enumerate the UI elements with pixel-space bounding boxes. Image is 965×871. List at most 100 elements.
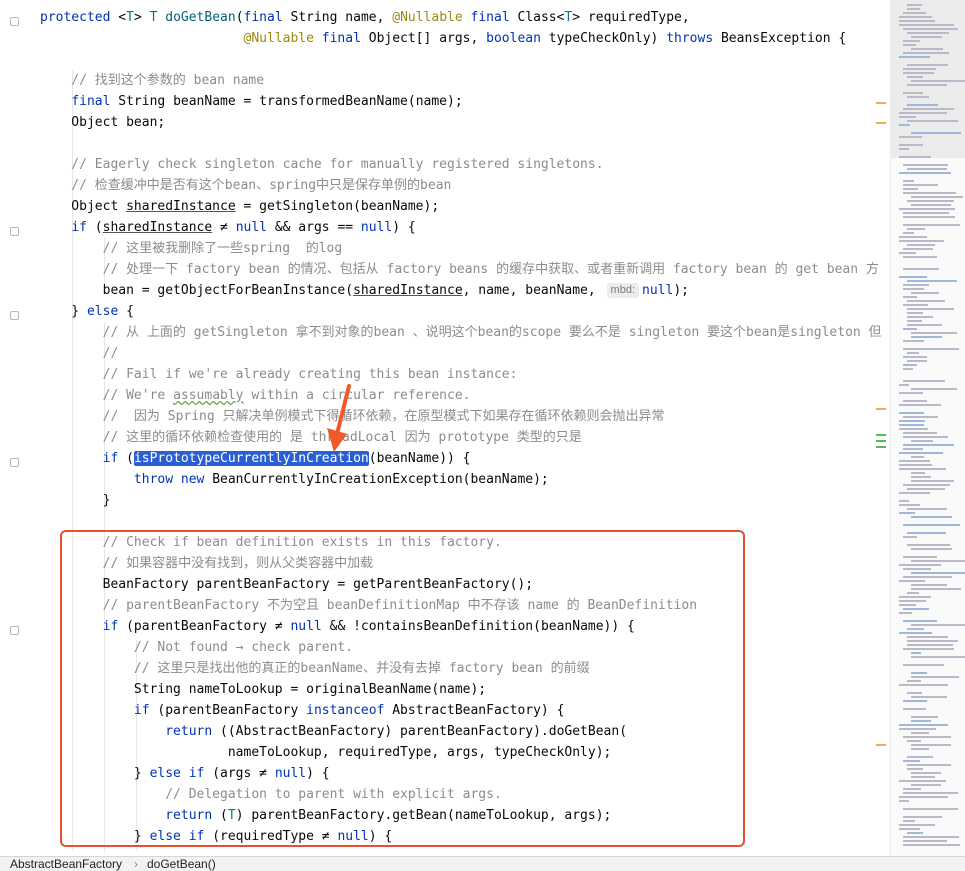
minimap-line (899, 580, 925, 582)
code-line[interactable]: // 找到这个参数的 bean name (40, 70, 264, 91)
code-line[interactable]: bean = getObjectForBeanInstance(sharedIn… (40, 280, 689, 301)
minimap-line (903, 436, 948, 438)
fold-marker[interactable] (10, 626, 19, 635)
fold-marker[interactable] (10, 227, 19, 236)
minimap-line (903, 108, 954, 110)
code-token: ≠ (212, 220, 236, 235)
minimap-line (911, 456, 924, 458)
code-token: T (126, 10, 134, 25)
minimap-line (899, 276, 927, 278)
minimap-line (911, 584, 947, 586)
minimap-line (907, 308, 954, 310)
code-line[interactable]: if (sharedInstance ≠ null && args == nul… (40, 217, 416, 238)
code-token: // 找到这个参数的 bean name (40, 73, 265, 88)
code-line[interactable]: final String beanName = transformedBeanN… (40, 91, 462, 112)
code-token: sharedInstance (102, 220, 213, 235)
minimap-line (903, 328, 917, 330)
code-line[interactable]: // 这里的循环依赖检查使用的 是 threadLocal 因为 prototy… (40, 427, 582, 448)
minimap-line (907, 84, 947, 86)
code-line[interactable]: // We're assumably within a circular ref… (40, 385, 471, 406)
minimap-line (911, 588, 961, 590)
code-token: throws (666, 31, 721, 46)
minimap-line (911, 676, 959, 678)
code-line[interactable]: protected <T> T doGetBean(final String n… (40, 7, 690, 28)
code-token: doGetBean (165, 10, 236, 25)
code-line[interactable]: if (isPrototypeCurrentlyInCreation(beanN… (40, 448, 471, 469)
minimap-line (899, 468, 946, 470)
fold-marker[interactable] (10, 17, 19, 26)
code-line[interactable]: // 处理一下 factory bean 的情况、包括从 factory bea… (40, 259, 879, 280)
minimap-line (911, 720, 931, 722)
minimap-line (899, 148, 909, 150)
code-token: ( (94, 220, 103, 235)
minimap-line (903, 788, 921, 790)
minimap-line (903, 40, 920, 42)
code-minimap[interactable] (890, 0, 965, 856)
minimap-line (903, 816, 942, 818)
code-line[interactable]: // (40, 343, 119, 364)
code-token: Object (40, 199, 127, 214)
minimap-line (903, 364, 917, 366)
code-line[interactable]: Object sharedInstance = getSingleton(bea… (40, 196, 439, 217)
code-token: throw new (133, 472, 213, 487)
breadcrumb-class[interactable]: AbstractBeanFactory (10, 857, 122, 871)
minimap-line (907, 644, 953, 646)
minimap-line (907, 508, 947, 510)
minimap-line (903, 340, 924, 342)
minimap-line (899, 604, 916, 606)
code-token: } (40, 304, 87, 319)
code-token: (beanName)) { (368, 451, 471, 466)
minimap-line (911, 716, 938, 718)
code-line[interactable]: // 从 上面的 getSingleton 拿不到对象的bean 、说明这个be… (40, 322, 882, 343)
code-line[interactable]: // Fail if we're already creating this b… (40, 364, 518, 385)
code-editor[interactable]: protected <T> T doGetBean(final String n… (0, 0, 965, 856)
minimap-line (911, 196, 963, 198)
code-line[interactable]: // 这里被我删除了一些spring 的log (40, 238, 343, 259)
minimap-line (903, 28, 958, 30)
code-token: null (360, 220, 393, 235)
minimap-line (911, 732, 929, 734)
minimap-line (911, 80, 965, 82)
code-token: // 检查缓冲中是否有这个bean、spring中只是保存单例的bean (40, 178, 452, 193)
minimap-line (911, 48, 943, 50)
minimap-line (911, 36, 942, 38)
minimap-line (899, 464, 932, 466)
code-line[interactable]: @Nullable final Object[] args, boolean t… (40, 28, 847, 49)
code-line[interactable]: Object bean; (40, 112, 165, 133)
minimap-line (903, 736, 951, 738)
minimap-line (899, 172, 951, 174)
minimap-line (907, 228, 925, 230)
fold-marker[interactable] (10, 311, 19, 320)
minimap-line (899, 404, 941, 406)
fold-marker[interactable] (10, 458, 19, 467)
minimap-line (911, 572, 965, 574)
minimap-line (899, 392, 923, 394)
code-line[interactable]: // Eagerly check singleton cache for man… (40, 154, 603, 175)
minimap-line (911, 132, 961, 134)
code-token: ( (235, 10, 244, 25)
minimap-line (899, 504, 920, 506)
editor-gutter[interactable] (0, 0, 30, 856)
minimap-line (911, 472, 925, 474)
code-line[interactable]: throw new BeanCurrentlyInCreationExcepti… (40, 469, 549, 490)
minimap-line (907, 488, 945, 490)
minimap-line (899, 824, 935, 826)
code-line[interactable]: // 检查缓冲中是否有这个bean、spring中只是保存单例的bean (40, 175, 451, 196)
minimap-line (899, 460, 930, 462)
code-token: // We're (40, 388, 174, 403)
minimap-line (903, 836, 959, 838)
code-line[interactable]: } (40, 490, 111, 511)
minimap-line (907, 104, 938, 106)
minimap-line (911, 560, 965, 562)
code-line[interactable]: } else { (40, 301, 134, 322)
minimap-line (911, 624, 965, 626)
code-token: sharedInstance (353, 283, 463, 298)
minimap-line (907, 300, 945, 302)
breadcrumb-method[interactable]: doGetBean() (147, 857, 216, 871)
annotation-arrow-icon (327, 384, 351, 452)
minimap-line (903, 700, 927, 702)
minimap-line (907, 120, 958, 122)
code-token: ); (673, 283, 689, 298)
code-token: ) { (392, 220, 416, 235)
minimap-line (899, 252, 916, 254)
